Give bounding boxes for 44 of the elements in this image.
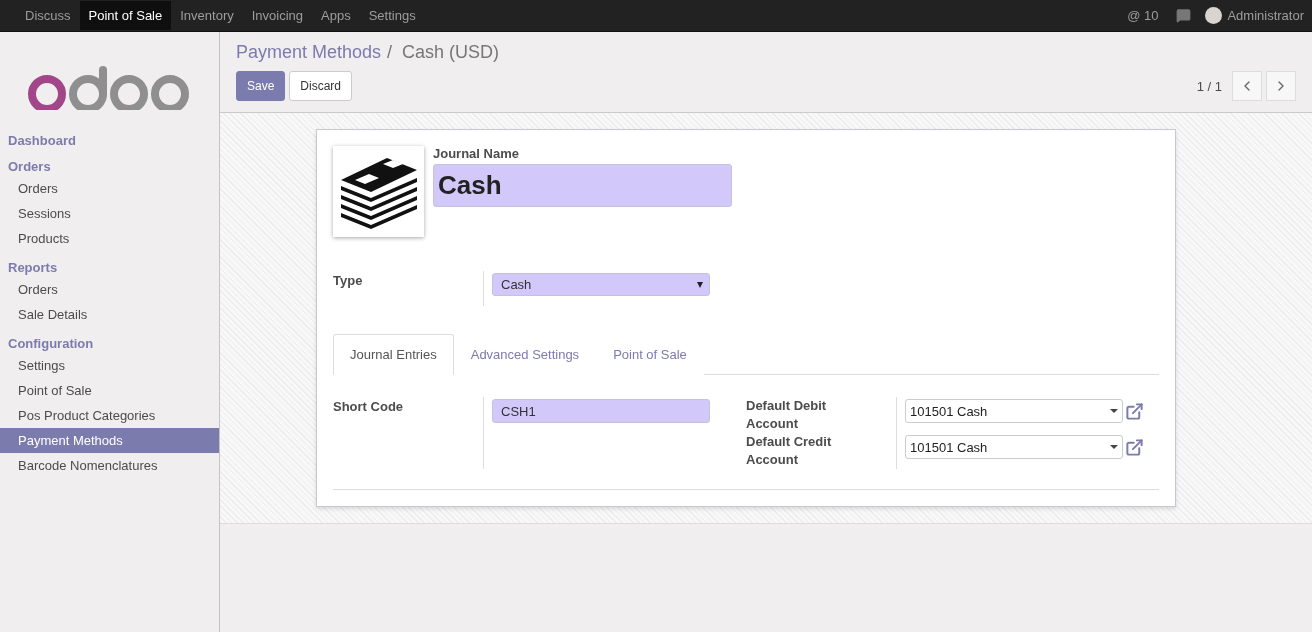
breadcrumb-current: Cash (USD) [402, 42, 500, 63]
tab[interactable]: Journal Entries [333, 334, 454, 375]
caret-icon [1110, 445, 1118, 449]
sidebar-item[interactable]: Payment Methods [0, 428, 219, 453]
menu-section-title[interactable]: Orders [0, 156, 219, 176]
caret-icon [1110, 409, 1118, 413]
account-select[interactable]: 101501 Cash [905, 435, 1123, 459]
type-select[interactable]: Cash [492, 273, 710, 296]
field-label: Short Code [333, 399, 405, 414]
pager-counter: 1 / 1 [1196, 78, 1222, 94]
sidebar-item[interactable]: Orders [0, 176, 219, 201]
app-menu-item[interactable]: Discuss [16, 1, 80, 30]
input-field[interactable]: CSH1 [492, 399, 710, 423]
input-field[interactable]: Cash [433, 164, 732, 207]
sidebar-item[interactable]: Barcode Nomenclatures [0, 453, 219, 478]
app-menu-item[interactable]: Inventory [171, 1, 243, 30]
field-label: Journal Name [433, 146, 520, 161]
account-select[interactable]: 101501 Cash [905, 399, 1123, 423]
sidebar-item[interactable]: Products [0, 226, 219, 251]
discard-button[interactable]: Discard [289, 71, 353, 101]
breadcrumb-separator: / [387, 42, 393, 63]
field-label: Type [333, 273, 364, 288]
field-label: Default Debit Account [746, 397, 828, 433]
sidebar-item[interactable]: Settings [0, 353, 219, 378]
image-frame[interactable] [333, 146, 424, 237]
app-menu-item[interactable]: Settings [359, 1, 425, 30]
mentions-counter[interactable]: @ 10 [1127, 8, 1159, 23]
chat-icon[interactable] [1176, 8, 1192, 23]
sidebar-item[interactable]: Sessions [0, 201, 219, 226]
sidebar-item[interactable]: Pos Product Categories [0, 403, 219, 428]
sidebar-item[interactable]: Point of Sale [0, 378, 219, 403]
app-menu-item[interactable]: Point of Sale [79, 1, 172, 30]
field-label: Default Credit Account [746, 433, 833, 469]
external-link-icon[interactable] [1125, 437, 1144, 457]
user-menu[interactable]: Administrator [1227, 8, 1304, 23]
avatar[interactable] [1205, 7, 1223, 24]
sidebar-item[interactable]: Sale Details [0, 302, 219, 327]
sidebar-item[interactable]: Orders [0, 277, 219, 302]
caret-icon [697, 281, 703, 288]
save-button[interactable]: Save [236, 71, 286, 101]
external-link-icon[interactable] [1125, 401, 1144, 421]
app-menu-item[interactable]: Invoicing [242, 1, 313, 30]
breadcrumb-link[interactable]: Payment Methods [236, 42, 382, 63]
app-menu-item[interactable]: Apps [312, 1, 360, 30]
